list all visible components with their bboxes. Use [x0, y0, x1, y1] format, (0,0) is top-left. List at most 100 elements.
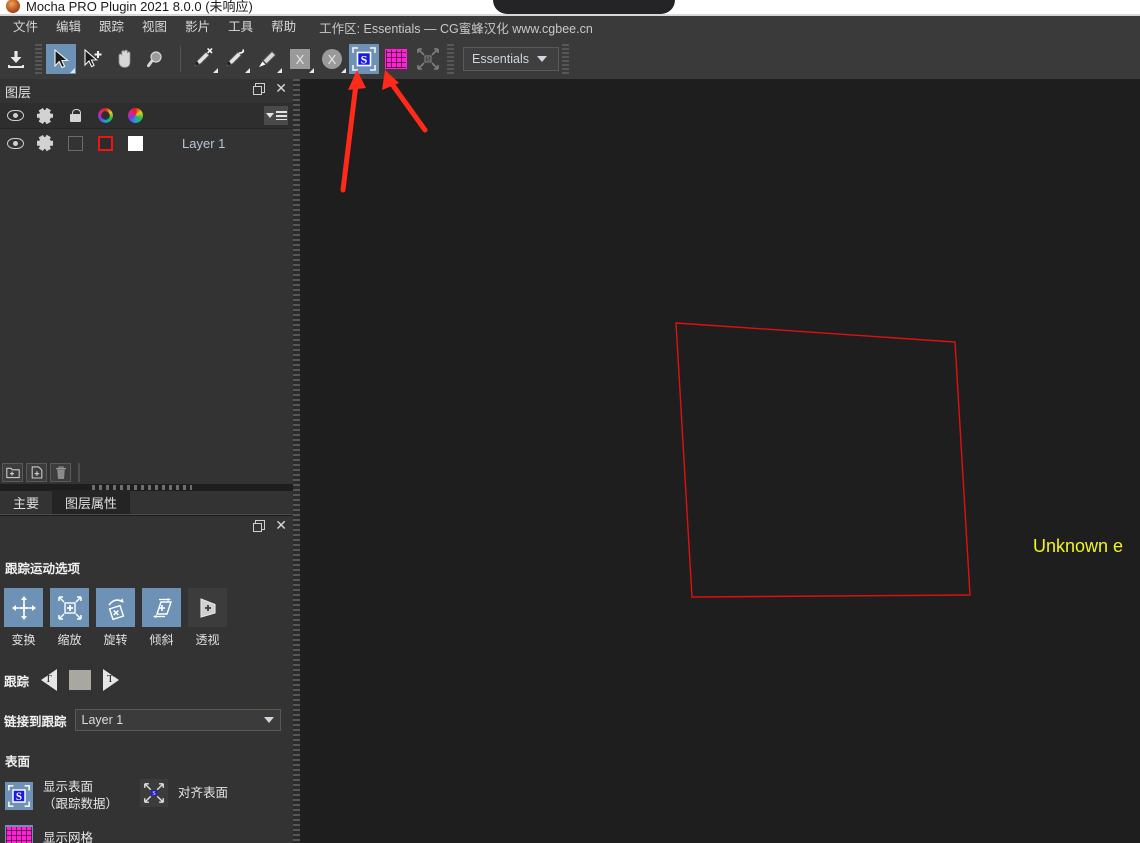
show-surface-label-line1: 显示表面 — [43, 780, 94, 794]
workspace-select-value: Essentials — [472, 52, 529, 66]
workspace-select[interactable]: Essentials — [463, 47, 559, 71]
align-surface-button[interactable]: S — [413, 44, 443, 74]
track-stop-button[interactable] — [69, 670, 92, 690]
status-message: Unknown e — [1033, 536, 1124, 556]
outline-color-header-icon[interactable] — [90, 108, 120, 123]
zoom-tool[interactable] — [142, 44, 172, 74]
save-render-button[interactable] — [1, 44, 31, 74]
panel-menu-icon[interactable] — [264, 106, 288, 125]
translate-icon — [11, 595, 36, 620]
menu-lines-icon — [275, 111, 287, 120]
menu-item-view[interactable]: 视图 — [133, 16, 176, 39]
x-circle-icon: X — [322, 49, 342, 69]
menu-item-movie[interactable]: 影片 — [176, 16, 219, 39]
tab-layer-properties[interactable]: 图层属性 — [52, 490, 131, 514]
link-to-track-select[interactable]: Layer 1 — [74, 709, 281, 731]
toolbar-grip-2[interactable] — [447, 44, 454, 74]
tab-main[interactable]: 主要 — [0, 490, 52, 514]
title-bar: Mocha PRO Plugin 2021 8.0.0 (未响应) — [0, 0, 1140, 16]
xspline-tool[interactable] — [189, 44, 219, 74]
table-row[interactable]: Layer 1 — [0, 129, 293, 157]
panel-tabs: 主要 图层属性 — [0, 490, 293, 515]
mocha-app-logo — [6, 0, 20, 13]
float-panel-icon[interactable] — [253, 520, 266, 532]
tool-flyout-corner[interactable] — [245, 68, 250, 73]
align-surface-label: 对齐表面 — [178, 785, 229, 800]
show-grid-toggle[interactable]: 显示网格 — [5, 824, 293, 843]
motion-shear-cell: 倾斜 — [142, 588, 181, 648]
track-backward-icon: T — [45, 673, 52, 685]
pan-tool[interactable] — [110, 44, 140, 74]
motion-translate-label: 变换 — [11, 633, 36, 647]
motion-perspective[interactable] — [188, 588, 227, 627]
svg-text:S: S — [152, 791, 155, 797]
toolbar-grip-3[interactable] — [562, 44, 569, 74]
motion-scale[interactable] — [50, 588, 89, 627]
tool-flyout-corner[interactable] — [341, 68, 346, 73]
show-planar-surface-x-button[interactable]: X — [285, 44, 315, 74]
surface-quad[interactable] — [675, 322, 971, 598]
row-fill-color[interactable] — [120, 135, 150, 151]
magnetic-spline-tool[interactable] — [253, 44, 283, 74]
align-surface-icon-button[interactable]: S — [140, 779, 169, 807]
surface-row-1: S 显示表面 （跟踪数据） S 对齐表面 — [5, 779, 293, 813]
outline-color-swatch — [97, 135, 113, 151]
menu-item-help[interactable]: 帮助 — [262, 16, 305, 39]
row-visibility-toggle[interactable] — [0, 137, 30, 149]
visibility-header-icon[interactable] — [0, 110, 30, 121]
window-title: Mocha PRO Plugin 2021 8.0.0 (未响应) — [26, 0, 253, 14]
tool-flyout-corner[interactable] — [309, 68, 314, 73]
row-outline-color[interactable] — [90, 135, 120, 151]
track-forwards-button[interactable]: T — [103, 669, 120, 691]
show-spline-x-button[interactable]: X — [317, 44, 347, 74]
close-icon[interactable]: ✕ — [275, 81, 287, 95]
fill-color-header-icon[interactable] — [120, 108, 150, 123]
menu-item-edit[interactable]: 编辑 — [47, 16, 90, 39]
layers-panel: 图层 ✕ Layer 1 — [0, 79, 293, 461]
toolbar-grip-1[interactable] — [35, 44, 42, 74]
close-icon[interactable]: ✕ — [275, 518, 287, 532]
show-surface-icon-button[interactable]: S — [5, 781, 33, 810]
lock-header-icon[interactable] — [60, 109, 90, 122]
rotate-icon — [107, 597, 124, 620]
add-group-button[interactable] — [2, 463, 23, 482]
panel-resize-rail[interactable] — [293, 79, 300, 843]
bezier-tool[interactable] — [221, 44, 251, 74]
add-layer-button[interactable] — [26, 463, 47, 482]
tool-flyout-corner[interactable] — [70, 68, 75, 73]
motion-translate[interactable] — [4, 588, 43, 627]
eye-icon — [6, 137, 24, 149]
show-surface-toggle[interactable]: S 显示表面 （跟踪数据） — [5, 779, 118, 813]
show-surface-button[interactable]: S — [349, 44, 379, 74]
main-toolbar: X X S S Essentials — [0, 39, 1140, 79]
select-tool[interactable] — [46, 44, 76, 74]
menu-bar: 文件 编辑 跟踪 视图 影片 工具 帮助 工作区: Essentials — C… — [0, 16, 1140, 39]
tool-flyout-corner[interactable] — [277, 68, 282, 73]
viewport[interactable]: Unknown e — [300, 79, 1140, 843]
tool-flyout-corner[interactable] — [213, 68, 218, 73]
motion-perspective-label: 透视 — [195, 633, 220, 647]
menu-item-track[interactable]: 跟踪 — [90, 16, 133, 39]
float-panel-icon[interactable] — [253, 83, 266, 95]
fill-color-swatch — [127, 135, 143, 151]
motion-shear[interactable] — [142, 588, 181, 627]
list-item[interactable]: Layer 1 — [182, 136, 225, 151]
row-settings-toggle[interactable] — [30, 134, 60, 152]
track-backwards-button[interactable]: T — [41, 669, 58, 691]
motion-rotate[interactable] — [96, 588, 135, 627]
track-transport-row: 跟踪 T T — [4, 669, 293, 691]
menu-item-tools[interactable]: 工具 — [219, 16, 262, 39]
menu-item-file[interactable]: 文件 — [4, 16, 47, 39]
row-lock-toggle[interactable] — [60, 135, 90, 151]
cursor-plus-icon — [84, 48, 102, 68]
eye-icon — [6, 110, 24, 121]
title-overlay-pill — [493, 0, 675, 14]
layers-list-empty-area[interactable] — [0, 157, 293, 461]
settings-header-icon[interactable] — [30, 107, 60, 124]
show-grid-button[interactable] — [381, 44, 411, 74]
track-forward-icon: T — [107, 673, 114, 685]
add-point-tool[interactable] — [78, 44, 108, 74]
show-grid-icon-button[interactable] — [5, 824, 33, 843]
delete-layer-button[interactable] — [50, 463, 71, 482]
align-surface-button[interactable]: S 对齐表面 — [140, 779, 228, 807]
